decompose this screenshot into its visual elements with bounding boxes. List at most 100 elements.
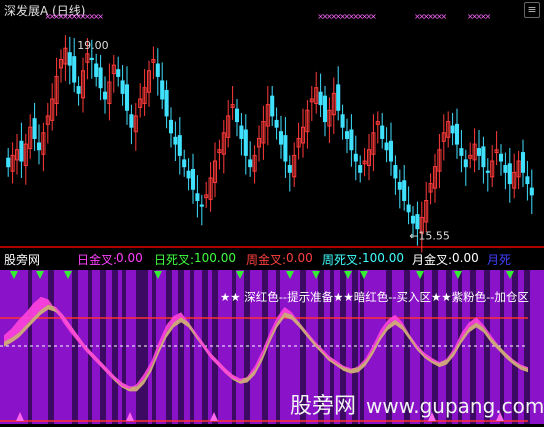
candle-body [239, 125, 244, 139]
candle-body [406, 204, 411, 213]
candle-body [454, 123, 460, 145]
signal-stripe [190, 270, 194, 424]
candle-body [481, 146, 486, 168]
candle-body [186, 170, 191, 179]
candle-body [349, 129, 354, 151]
signal-stripe [48, 270, 54, 424]
candle-body [168, 119, 174, 134]
legend-value-4: 0.00 [452, 251, 479, 265]
candle-body [463, 159, 468, 168]
candle-body [102, 91, 108, 100]
watermark-name: 股旁网 [290, 394, 357, 419]
candle-body [120, 80, 125, 94]
signal-stripe [122, 270, 126, 424]
candle-body [344, 131, 350, 139]
candle-body [274, 119, 279, 128]
high-price-label: 19.00 [77, 39, 109, 52]
signal-stripe [166, 270, 172, 424]
candle-body [195, 193, 200, 202]
candle-body [410, 215, 416, 224]
candle-body [415, 214, 420, 230]
legend-value-2: 0.00 [286, 251, 313, 265]
candle-body [520, 152, 526, 173]
candle-body [116, 69, 121, 77]
chart-canvas: ××××××××××××× ××××××××××××× ××××××× ×××××19… [0, 12, 544, 424]
candle-body [336, 84, 341, 111]
candle-body [160, 80, 165, 100]
signal-stripe [28, 270, 32, 424]
legend-label-3: 周死叉: [322, 253, 363, 267]
legend-label-5: 月死 [487, 253, 512, 267]
candlestick-panel: ××××××××××××× ××××××××××××× ××××××× ×××××19… [0, 12, 544, 253]
signal-stripe [88, 270, 92, 424]
candle-body [503, 165, 508, 173]
legend-value-0: 0.00 [116, 251, 143, 265]
candle-body [287, 165, 292, 173]
candle-body [450, 125, 455, 134]
legend-title: 股旁网 [4, 253, 41, 267]
candle-body [248, 159, 253, 168]
candle-body [94, 63, 99, 77]
candle-body [67, 52, 72, 66]
candle-body [485, 170, 490, 173]
signal-stripe [212, 270, 218, 424]
legend-label-0: 日金叉: [77, 253, 118, 267]
candle-body [98, 67, 103, 89]
candle-body [283, 135, 288, 162]
candle-body [459, 148, 464, 156]
candle-body [129, 114, 134, 128]
candle-body [182, 159, 187, 168]
candle-body [380, 125, 385, 139]
candle-body [397, 181, 402, 190]
signal-stripe [178, 270, 184, 424]
candle-body [124, 84, 130, 111]
candle-body [89, 57, 94, 60]
candle-body [177, 135, 182, 156]
legend-label-2: 周金叉: [246, 253, 287, 267]
candle-body [388, 140, 394, 162]
sell-marker: × [370, 12, 377, 21]
indicator-legend: 股旁网 日金叉: 0.00 日死叉: 100.00 周金叉: 0.00 周死叉:… [0, 251, 544, 267]
legend-label-4: 月金叉: [412, 253, 453, 267]
candle-body [525, 176, 530, 185]
sell-marker: × [484, 12, 491, 21]
candle-body [529, 187, 534, 196]
candle-body [476, 148, 482, 156]
candle-body [498, 153, 504, 162]
signal-stripe [100, 270, 106, 424]
legend-label-1: 日死叉: [154, 253, 195, 267]
candle-body [72, 56, 77, 83]
candle-body [507, 163, 512, 185]
candle-body [243, 129, 248, 156]
signal-stripe [72, 270, 78, 424]
candle-body [353, 153, 358, 162]
signal-stripe [152, 270, 156, 424]
candle-body [6, 157, 11, 168]
signal-stripe [136, 270, 142, 424]
candle-body [340, 114, 345, 128]
candle-body [318, 91, 323, 106]
legend-value-1: 100.00 [194, 251, 236, 265]
candle-body [173, 136, 178, 145]
candle-body [19, 140, 24, 162]
candle-body [76, 86, 81, 94]
watermark-url: www.gupang.com [366, 394, 544, 418]
signal-stripe [112, 270, 118, 424]
watermark: 股旁网 www.gupang.com [290, 388, 544, 420]
legend-value-3: 100.00 [362, 251, 404, 265]
candle-body [234, 108, 240, 123]
signal-annotation: ★★ 深红色--提示准备★★暗红色--买入区★★紫粉色--加仓区 [220, 290, 529, 304]
candle-body [402, 180, 407, 202]
candle-body [278, 131, 284, 145]
panel-divider [0, 246, 544, 248]
candle-body [155, 63, 160, 77]
candle-body [164, 90, 169, 117]
candle-body [322, 95, 328, 123]
candle-body [36, 142, 42, 151]
low-price-label: ←15.55 [409, 230, 450, 243]
candle-body [384, 142, 389, 151]
candle-body [199, 204, 204, 207]
candle-body [393, 165, 398, 179]
sell-marker: × [97, 12, 104, 21]
sell-marker: × [440, 12, 447, 21]
